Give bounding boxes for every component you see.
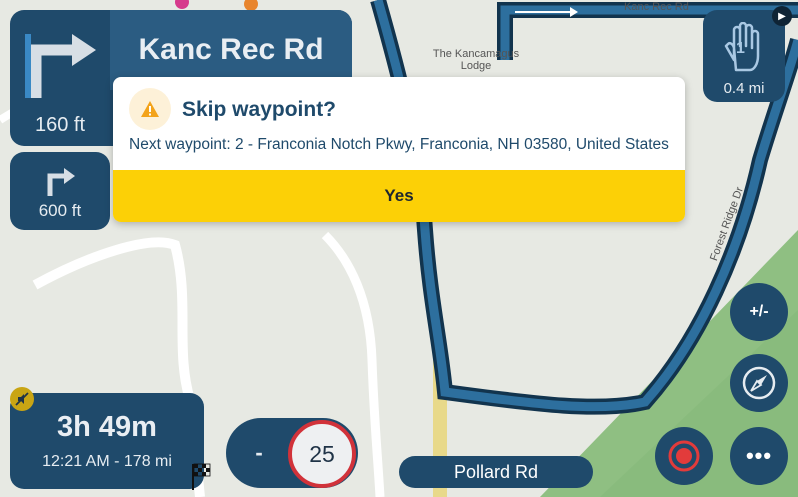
zoom-button[interactable]: +/-	[730, 283, 788, 341]
compass-icon	[742, 366, 776, 400]
eta-duration: 3h 49m	[57, 411, 157, 443]
next-turn-panel[interactable]: 600 ft	[10, 152, 110, 230]
poi-label: The Kancamagus Lodge	[432, 48, 520, 72]
skip-waypoint-dialog: Skip waypoint? Next waypoint: 2 - Franco…	[113, 77, 685, 222]
waypoint-button[interactable]: 1 0.4 mi	[703, 10, 785, 102]
record-icon	[668, 440, 700, 472]
turn-right-icon	[42, 162, 78, 203]
record-button[interactable]	[655, 427, 713, 485]
more-button[interactable]: •••	[730, 427, 788, 485]
dialog-title: Skip waypoint?	[182, 98, 337, 121]
compass-button[interactable]	[730, 354, 788, 412]
waypoint-number: 1	[736, 40, 745, 57]
speed-minus-button[interactable]: -	[226, 418, 292, 488]
skip-forward-icon[interactable]: ▶︎	[772, 6, 792, 26]
eta-panel[interactable]: 3h 49m 12:21 AM - 178 mi	[10, 393, 204, 489]
finish-flag-icon	[192, 463, 211, 490]
turn-distance: 160 ft	[34, 114, 86, 136]
warning-icon	[129, 88, 171, 130]
dialog-message: Next waypoint: 2 - Franconia Notch Pkwy,…	[129, 136, 669, 153]
mute-voice-icon[interactable]	[10, 387, 34, 411]
next-turn-distance: 600 ft	[38, 201, 82, 220]
speed-limit-sign: 25	[288, 420, 356, 488]
current-street-label: Pollard Rd	[399, 456, 593, 488]
eta-arrival: 12:21 AM - 178 mi	[42, 453, 172, 470]
road-label-top: Kanc Rec Rd	[624, 1, 689, 13]
waypoint-distance: 0.4 mi	[723, 80, 765, 97]
yes-button[interactable]: Yes	[113, 170, 685, 222]
